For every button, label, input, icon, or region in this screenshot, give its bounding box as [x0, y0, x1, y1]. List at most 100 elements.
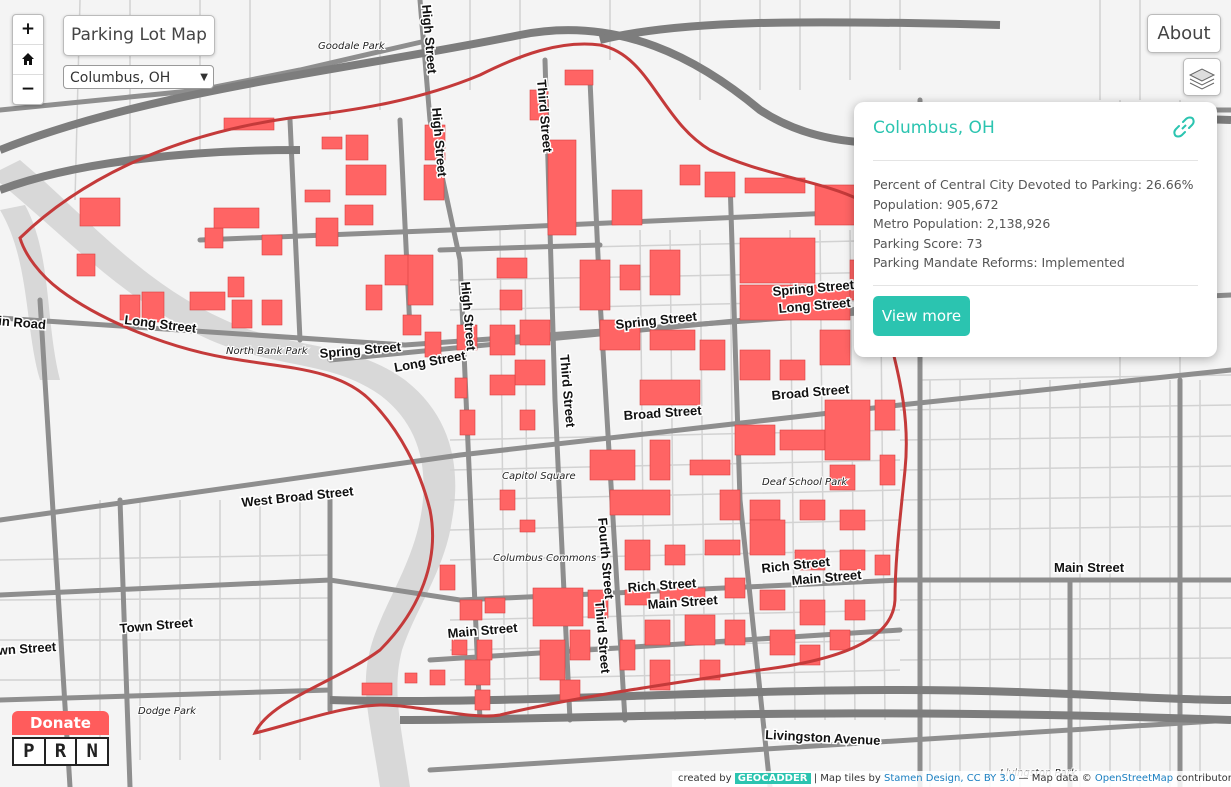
city-select-value: Columbus, OH — [70, 70, 171, 86]
parking-lot — [345, 164, 387, 196]
parking-lot — [304, 189, 331, 203]
popup-city-title: Columbus, OH — [873, 118, 995, 138]
app-title: Parking Lot Map — [63, 15, 215, 56]
geocadder-link[interactable]: GEOCADDER — [734, 773, 811, 784]
street-label: Main Street — [1054, 560, 1125, 575]
parking-lot — [429, 669, 446, 686]
parking-lot — [539, 639, 566, 681]
parking-lot — [719, 489, 741, 521]
parking-lot — [519, 319, 551, 346]
parking-lot — [799, 499, 826, 521]
parking-lot — [261, 299, 283, 326]
parking-lot — [759, 589, 786, 611]
parking-lot — [649, 329, 696, 351]
parking-lot — [454, 377, 468, 399]
parking-lot — [874, 554, 891, 576]
parking-lot — [874, 399, 896, 431]
parking-lot — [589, 449, 636, 481]
parking-lot — [404, 672, 418, 684]
parking-lot — [499, 289, 523, 311]
parking-lot — [839, 509, 866, 531]
parking-lot — [649, 249, 681, 296]
link-icon[interactable] — [1173, 116, 1195, 138]
parking-lot — [624, 539, 651, 571]
parking-lot — [484, 597, 506, 614]
parking-lot — [559, 679, 581, 701]
parking-lot — [749, 519, 786, 556]
parking-lot — [345, 134, 369, 161]
parking-lot — [451, 639, 468, 656]
park-label: Columbus Commons — [493, 553, 596, 564]
parking-lot — [679, 164, 701, 186]
parking-lot — [261, 234, 283, 256]
parking-lot — [489, 374, 516, 396]
stat-population: Population: 905,672 — [873, 196, 999, 212]
layers-icon — [1188, 68, 1216, 90]
parking-lot — [569, 629, 591, 661]
home-icon — [22, 53, 34, 65]
parking-lot — [819, 329, 851, 366]
parking-lot — [649, 439, 671, 481]
parking-lot — [489, 324, 516, 356]
parking-lot — [564, 69, 594, 86]
parking-lot — [476, 639, 493, 661]
parking-lot — [547, 139, 577, 236]
parking-lot — [439, 564, 456, 591]
home-button[interactable] — [13, 45, 43, 75]
parking-lot — [231, 299, 253, 329]
parking-lot — [579, 259, 611, 311]
parking-lot — [734, 424, 776, 456]
parking-lot — [402, 314, 422, 336]
parking-lot — [704, 171, 736, 198]
parking-lot — [532, 587, 584, 627]
parking-lot — [79, 197, 121, 227]
layers-button[interactable] — [1183, 58, 1221, 96]
parking-lot — [361, 682, 393, 696]
stat-mandate-reforms: Parking Mandate Reforms: Implemented — [873, 255, 1125, 270]
prn-letter: P — [14, 739, 46, 764]
parking-lot — [779, 429, 826, 451]
zoom-in-button[interactable]: + — [13, 15, 43, 45]
parking-lot — [344, 204, 374, 226]
stamen-link[interactable]: Stamen Design, CC BY 3.0 — [884, 773, 1015, 784]
park-label: Capitol Square — [502, 471, 576, 482]
parking-lot — [227, 276, 245, 298]
stat-parking-percent: Percent of Central City Devoted to Parki… — [873, 177, 1194, 192]
parking-lot — [315, 217, 339, 247]
park-label: North Bank Park — [226, 346, 309, 357]
parking-lot — [664, 544, 686, 566]
parking-lot — [496, 257, 528, 279]
prn-letter: R — [46, 739, 78, 764]
parking-lot — [407, 254, 434, 306]
park-label: Deaf School Park — [762, 477, 848, 488]
parking-lot — [739, 349, 771, 381]
parking-lot — [514, 359, 546, 386]
parking-lot — [879, 454, 896, 486]
parking-lot — [519, 519, 536, 533]
parking-lot — [799, 599, 826, 626]
donate-button[interactable]: Donate — [12, 711, 109, 735]
map-attribution: created by GEOCADDER | Map tiles by Stam… — [672, 771, 1231, 787]
park-label: Goodale Park — [318, 41, 386, 52]
zoom-out-button[interactable]: − — [13, 75, 43, 104]
prn-letter: N — [86, 740, 98, 762]
parking-lot — [499, 489, 516, 511]
parking-lot — [213, 207, 260, 229]
osm-link[interactable]: OpenStreetMap — [1095, 773, 1173, 784]
parking-lot — [779, 359, 806, 381]
attribution-created-by: created by — [678, 773, 732, 784]
zoom-control: + − — [12, 14, 44, 105]
parking-lot — [749, 499, 781, 521]
view-more-button[interactable]: View more — [873, 295, 970, 336]
parking-lot — [704, 539, 741, 556]
attribution-tiles: | Map tiles by — [813, 773, 881, 784]
parking-lot — [844, 599, 866, 621]
parking-lot — [365, 284, 383, 311]
parking-lot — [609, 489, 671, 516]
parking-lot — [474, 689, 491, 711]
prn-logo[interactable]: P R N — [12, 737, 109, 766]
parking-lot — [204, 227, 224, 249]
about-button[interactable]: About — [1147, 14, 1221, 53]
attribution-contributors: contributors — [1176, 773, 1231, 784]
city-select[interactable]: Columbus, OH ▼ — [63, 65, 214, 89]
